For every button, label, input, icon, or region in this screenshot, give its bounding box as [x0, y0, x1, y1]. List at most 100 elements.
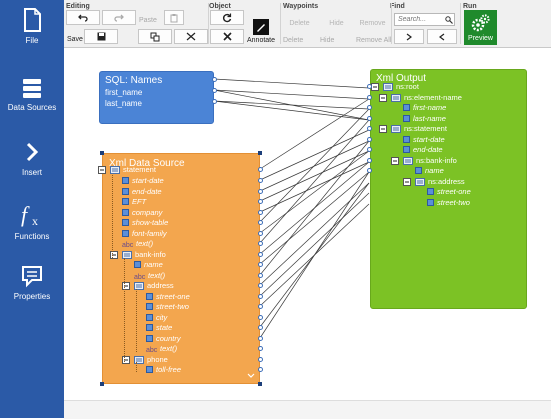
collapse-toggle-icon[interactable]	[391, 157, 399, 165]
resize-handle[interactable]	[100, 151, 104, 155]
source-node-label: font-family	[132, 229, 167, 238]
tree-guide	[112, 175, 113, 258]
resize-handle[interactable]	[100, 382, 104, 386]
connector-line[interactable]	[213, 100, 370, 121]
sql-field-last-name: last_name	[105, 99, 142, 108]
output-port[interactable]	[367, 116, 372, 121]
resize-handle[interactable]	[258, 382, 262, 386]
element-node-icon	[403, 157, 413, 165]
output-port[interactable]	[367, 95, 372, 100]
element-node-icon	[391, 94, 401, 102]
collapse-toggle-icon[interactable]	[371, 83, 379, 91]
attribute-node-icon	[122, 209, 129, 216]
attribute-node-icon	[403, 146, 410, 153]
attribute-node-icon	[427, 188, 434, 195]
source-node-label: text()	[160, 344, 178, 353]
connector-line[interactable]	[259, 150, 370, 234]
tree-guide	[136, 289, 137, 352]
source-port[interactable]	[258, 167, 263, 172]
attribute-node-icon	[122, 177, 129, 184]
source-node-label: name	[144, 260, 163, 269]
source-node-label: start-date	[132, 176, 164, 185]
attribute-node-icon	[146, 366, 153, 373]
source-port[interactable]	[258, 178, 263, 183]
output-port[interactable]	[367, 147, 372, 152]
attribute-node-icon	[122, 198, 129, 205]
output-node-label: end-date	[413, 145, 443, 154]
source-node-label: toll-free	[156, 365, 182, 374]
attribute-node-icon	[146, 303, 153, 310]
connector-line[interactable]	[259, 129, 370, 181]
source-node-label: country	[156, 334, 181, 343]
source-port[interactable]	[258, 252, 263, 257]
source-port[interactable]	[258, 273, 263, 278]
resize-handle[interactable]	[258, 151, 262, 155]
source-port[interactable]	[258, 315, 263, 320]
attribute-node-icon	[146, 335, 153, 342]
source-port[interactable]	[258, 189, 263, 194]
attribute-node-icon	[146, 314, 153, 321]
attribute-node-icon	[427, 199, 434, 206]
source-port[interactable]	[258, 283, 263, 288]
output-node-label: ns:root	[396, 82, 419, 91]
connector-line[interactable]	[259, 119, 370, 244]
tree-guide	[136, 362, 137, 372]
attribute-node-icon	[146, 324, 153, 331]
output-node-label: first-name	[413, 103, 447, 112]
source-port[interactable]	[258, 210, 263, 215]
source-port[interactable]	[258, 304, 263, 309]
source-port[interactable]	[258, 325, 263, 330]
output-port[interactable]	[367, 84, 372, 89]
sql-port[interactable]	[212, 99, 217, 104]
output-port[interactable]	[367, 168, 372, 173]
source-port[interactable]	[258, 262, 263, 267]
collapse-toggle-icon[interactable]	[379, 125, 387, 133]
sql-names-box[interactable]: SQL: Names first_name last_name	[99, 71, 214, 124]
source-node-label: statement	[123, 165, 156, 174]
connector-line[interactable]	[213, 78, 370, 89]
output-node-label: ns:bank-info	[416, 156, 457, 165]
output-node-label: ns:statement	[404, 124, 447, 133]
output-node-label: name	[425, 166, 444, 175]
source-node-label: street-one	[156, 292, 190, 301]
source-port[interactable]	[258, 346, 263, 351]
collapse-toggle-icon[interactable]	[379, 94, 387, 102]
text-node-icon: abc	[134, 274, 146, 280]
collapse-toggle-icon[interactable]	[98, 166, 106, 174]
sql-field-first-name: first_name	[105, 88, 143, 97]
source-node-label: company	[132, 208, 163, 217]
output-port[interactable]	[367, 105, 372, 110]
source-port[interactable]	[258, 241, 263, 246]
svg-text:abc: abc	[122, 242, 134, 248]
attribute-node-icon	[134, 261, 141, 268]
source-port[interactable]	[258, 294, 263, 299]
source-node-label: street-two	[156, 302, 189, 311]
source-port[interactable]	[258, 220, 263, 225]
element-node-icon	[415, 178, 425, 186]
sql-port[interactable]	[212, 88, 217, 93]
connector-line[interactable]	[259, 171, 370, 265]
output-node-label: street-two	[437, 198, 470, 207]
sql-port[interactable]	[212, 77, 217, 82]
attribute-node-icon	[122, 230, 129, 237]
source-node-label: address	[147, 281, 174, 290]
source-node-label: EFT	[132, 197, 147, 206]
source-port[interactable]	[258, 367, 263, 372]
source-node-label: state	[156, 323, 173, 332]
output-node-label: street-one	[437, 187, 471, 196]
source-port[interactable]	[258, 231, 263, 236]
source-port[interactable]	[258, 199, 263, 204]
source-port[interactable]	[258, 336, 263, 341]
source-port[interactable]	[258, 357, 263, 362]
source-node-label: end-date	[132, 187, 162, 196]
collapse-toggle-icon[interactable]	[403, 178, 411, 186]
output-port[interactable]	[367, 137, 372, 142]
connector-line[interactable]	[259, 182, 370, 286]
attribute-node-icon	[122, 219, 129, 226]
output-port[interactable]	[367, 158, 372, 163]
svg-text:abc: abc	[134, 274, 146, 280]
output-port[interactable]	[367, 126, 372, 131]
text-node-icon: abc	[146, 347, 158, 353]
tree-guide	[124, 258, 125, 362]
attribute-node-icon	[403, 136, 410, 143]
